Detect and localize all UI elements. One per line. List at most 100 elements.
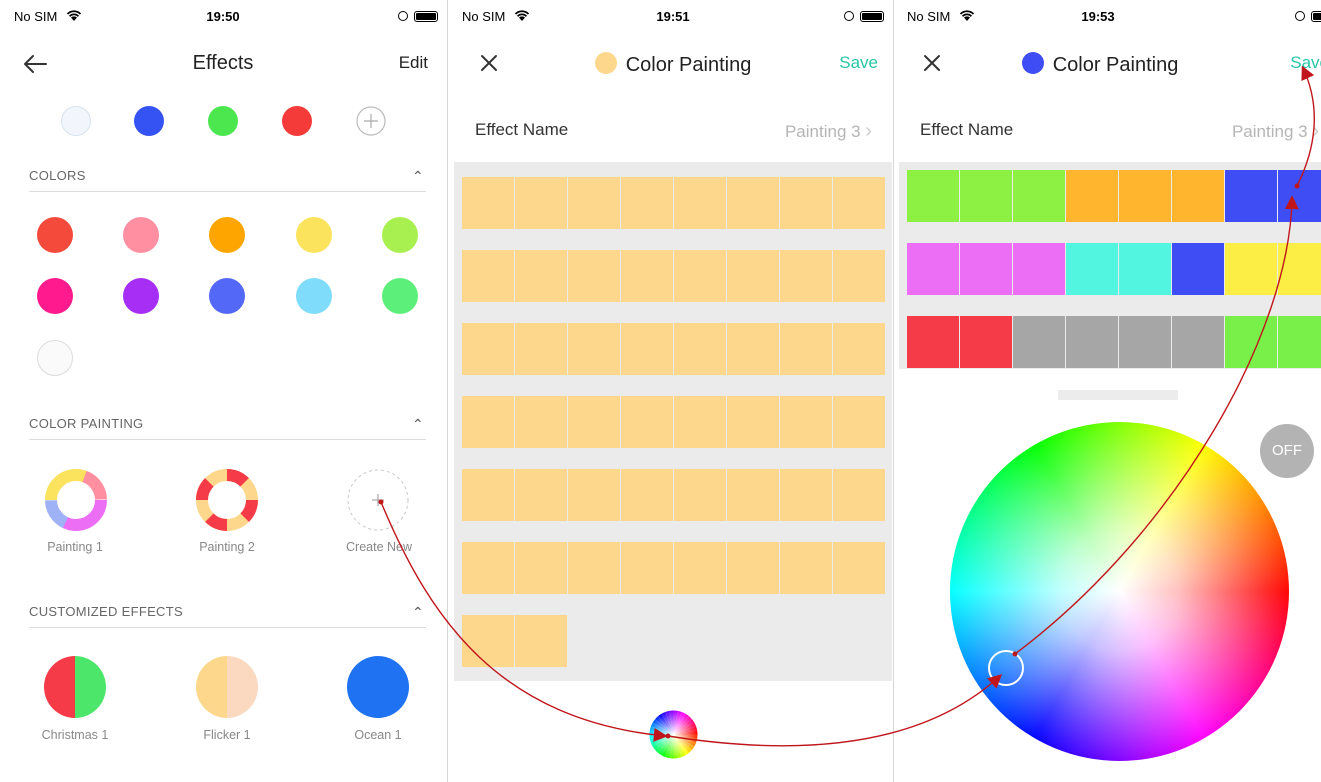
light-segment[interactable]: [515, 250, 567, 302]
light-segment[interactable]: [833, 250, 885, 302]
light-segment[interactable]: [1278, 170, 1321, 222]
light-segment[interactable]: [727, 177, 779, 229]
light-segment[interactable]: [833, 396, 885, 448]
painting-1-icon[interactable]: [44, 468, 108, 532]
chevron-up-icon[interactable]: ⌃: [412, 168, 424, 185]
light-segment[interactable]: [621, 396, 673, 448]
light-segment[interactable]: [833, 469, 885, 521]
color-wheel[interactable]: [950, 422, 1289, 761]
light-segment[interactable]: [1066, 316, 1118, 368]
light-segment[interactable]: [1119, 243, 1171, 295]
painting-2-icon[interactable]: [195, 468, 259, 532]
light-segment[interactable]: [1278, 243, 1321, 295]
light-segment[interactable]: [833, 177, 885, 229]
save-button[interactable]: Save: [1290, 53, 1321, 73]
light-segment[interactable]: [462, 469, 514, 521]
light-segment[interactable]: [727, 542, 779, 594]
light-segment[interactable]: [907, 316, 959, 368]
light-segment[interactable]: [833, 323, 885, 375]
color-swatch[interactable]: [37, 217, 73, 253]
light-segment[interactable]: [515, 542, 567, 594]
light-segment[interactable]: [674, 469, 726, 521]
light-segment[interactable]: [568, 250, 620, 302]
light-segment[interactable]: [515, 469, 567, 521]
light-segment[interactable]: [1278, 316, 1321, 368]
light-segment[interactable]: [674, 396, 726, 448]
light-segment[interactable]: [907, 243, 959, 295]
light-segment[interactable]: [727, 250, 779, 302]
light-segment[interactable]: [515, 177, 567, 229]
light-segment[interactable]: [907, 170, 959, 222]
light-segment[interactable]: [568, 177, 620, 229]
customized-section-header[interactable]: CUSTOMIZED EFFECTS ⌃: [29, 604, 426, 628]
light-segment[interactable]: [568, 542, 620, 594]
color-swatch[interactable]: [209, 217, 245, 253]
light-segment[interactable]: [621, 469, 673, 521]
light-segment[interactable]: [780, 177, 832, 229]
chevron-up-icon[interactable]: ⌃: [412, 604, 424, 621]
light-segment[interactable]: [960, 316, 1012, 368]
light-segment[interactable]: [1013, 243, 1065, 295]
light-segment[interactable]: [674, 250, 726, 302]
light-segment[interactable]: [621, 250, 673, 302]
light-segment[interactable]: [674, 542, 726, 594]
light-segment[interactable]: [515, 323, 567, 375]
color-swatch[interactable]: [382, 217, 418, 253]
light-segment[interactable]: [960, 170, 1012, 222]
light-segment[interactable]: [1013, 316, 1065, 368]
light-segment[interactable]: [568, 469, 620, 521]
power-toggle[interactable]: OFF: [1260, 424, 1314, 478]
light-segment[interactable]: [780, 542, 832, 594]
color-swatch[interactable]: [37, 340, 73, 376]
light-segment[interactable]: [960, 243, 1012, 295]
recent-color-swatch[interactable]: [208, 106, 238, 136]
effect-name-row[interactable]: Effect Name Painting 3 ›: [899, 101, 1321, 161]
light-segment[interactable]: [462, 323, 514, 375]
color-swatch[interactable]: [382, 278, 418, 314]
color-swatch[interactable]: [296, 217, 332, 253]
light-segment[interactable]: [780, 323, 832, 375]
color-swatch[interactable]: [296, 278, 332, 314]
colors-section-header[interactable]: COLORS ⌃: [29, 168, 426, 192]
light-segment[interactable]: [568, 323, 620, 375]
save-button[interactable]: Save: [839, 53, 878, 73]
light-segment[interactable]: [1172, 243, 1224, 295]
recent-color-swatch[interactable]: [282, 106, 312, 136]
color-swatch[interactable]: [209, 278, 245, 314]
light-segment[interactable]: [515, 615, 567, 667]
light-segment[interactable]: [833, 542, 885, 594]
create-new-button[interactable]: [346, 468, 410, 532]
light-segment[interactable]: [780, 469, 832, 521]
color-picker-handle[interactable]: [988, 650, 1024, 686]
light-segment[interactable]: [462, 542, 514, 594]
color-wheel-button[interactable]: [647, 708, 700, 761]
recent-color-swatch[interactable]: [61, 106, 91, 136]
ocean-effect-icon[interactable]: [347, 656, 409, 718]
light-segment[interactable]: [780, 396, 832, 448]
light-segment[interactable]: [568, 396, 620, 448]
light-segment[interactable]: [1225, 243, 1277, 295]
light-segment[interactable]: [462, 396, 514, 448]
light-segment[interactable]: [462, 177, 514, 229]
light-segment[interactable]: [1066, 243, 1118, 295]
edit-button[interactable]: Edit: [399, 53, 428, 73]
christmas-effect-icon[interactable]: [44, 656, 106, 718]
painting-section-header[interactable]: COLOR PAINTING ⌃: [29, 416, 426, 440]
light-segment[interactable]: [1066, 170, 1118, 222]
light-segment[interactable]: [1119, 316, 1171, 368]
recent-color-swatch[interactable]: [134, 106, 164, 136]
drag-handle[interactable]: [1058, 390, 1178, 400]
light-segment[interactable]: [621, 177, 673, 229]
flicker-effect-icon[interactable]: [196, 656, 258, 718]
light-segment[interactable]: [621, 323, 673, 375]
light-segment[interactable]: [462, 615, 514, 667]
light-segment[interactable]: [1172, 316, 1224, 368]
light-segment[interactable]: [621, 542, 673, 594]
color-swatch[interactable]: [123, 278, 159, 314]
effect-name-row[interactable]: Effect Name Painting 3 ›: [454, 101, 892, 161]
light-segment[interactable]: [727, 323, 779, 375]
add-color-icon[interactable]: [356, 106, 386, 136]
light-segment[interactable]: [1119, 170, 1171, 222]
light-segment[interactable]: [727, 469, 779, 521]
light-segment[interactable]: [727, 396, 779, 448]
